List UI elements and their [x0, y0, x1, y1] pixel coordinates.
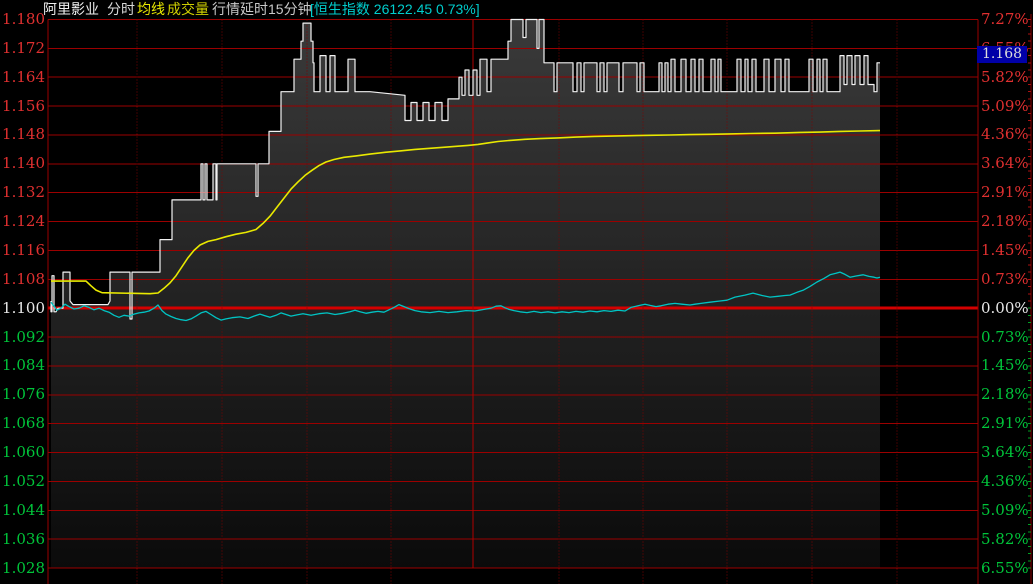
percent-label: 0.00%	[981, 301, 1029, 316]
percent-label: 5.09%	[981, 99, 1029, 114]
price-label: 1.036	[0, 532, 45, 547]
percent-label: 2.91%	[981, 185, 1029, 200]
price-label: 1.116	[0, 243, 45, 258]
tab-volume[interactable]: 成交量	[167, 1, 209, 17]
tab-timeshare[interactable]: 分时	[107, 1, 135, 17]
percent-label: 2.18%	[981, 387, 1029, 402]
price-label: 1.124	[0, 214, 45, 229]
price-label: 1.108	[0, 272, 45, 287]
intraday-chart[interactable]	[0, 0, 1033, 584]
price-label: 1.044	[0, 503, 45, 518]
percent-label: 2.91%	[981, 416, 1029, 431]
stock-name: 阿里影业	[43, 1, 99, 17]
price-label: 1.028	[0, 561, 45, 576]
percent-label: 5.82%	[981, 70, 1029, 85]
price-label: 1.180	[0, 12, 45, 27]
price-label: 1.140	[0, 156, 45, 171]
delay-notice: 行情延时15分钟	[212, 1, 312, 17]
hang-seng-index-quote[interactable]: [恒生指数 26122.45 0.73%]	[310, 1, 480, 17]
price-label: 1.092	[0, 330, 45, 345]
percent-label: 1.45%	[981, 358, 1029, 373]
price-label: 1.068	[0, 416, 45, 431]
percent-label: 4.36%	[981, 474, 1029, 489]
tab-moving-average[interactable]: 均线	[137, 1, 165, 17]
percent-label: 3.64%	[981, 445, 1029, 460]
percent-label: 2.18%	[981, 214, 1029, 229]
percent-label: 0.73%	[981, 272, 1029, 287]
price-label: 1.052	[0, 474, 45, 489]
percent-label: 7.27%	[981, 12, 1029, 27]
price-label: 1.100	[0, 301, 45, 316]
percent-label: 5.09%	[981, 503, 1029, 518]
percent-label: 1.45%	[981, 243, 1029, 258]
price-label: 1.164	[0, 70, 45, 85]
price-label: 1.076	[0, 387, 45, 402]
last-price-badge: 1.168	[977, 46, 1027, 63]
percent-label: 6.55%	[981, 561, 1029, 576]
price-label: 1.084	[0, 358, 45, 373]
percent-label: 3.64%	[981, 156, 1029, 171]
percent-label: 4.36%	[981, 127, 1029, 142]
price-label: 1.132	[0, 185, 45, 200]
price-label: 1.156	[0, 99, 45, 114]
percent-label: 0.73%	[981, 330, 1029, 345]
intraday-chart-screen: 阿里影业 分时 均线 成交量 行情延时15分钟 [恒生指数 26122.45 0…	[0, 0, 1033, 584]
percent-label: 5.82%	[981, 532, 1029, 547]
price-label: 1.060	[0, 445, 45, 460]
price-label: 1.172	[0, 41, 45, 56]
price-label: 1.148	[0, 127, 45, 142]
